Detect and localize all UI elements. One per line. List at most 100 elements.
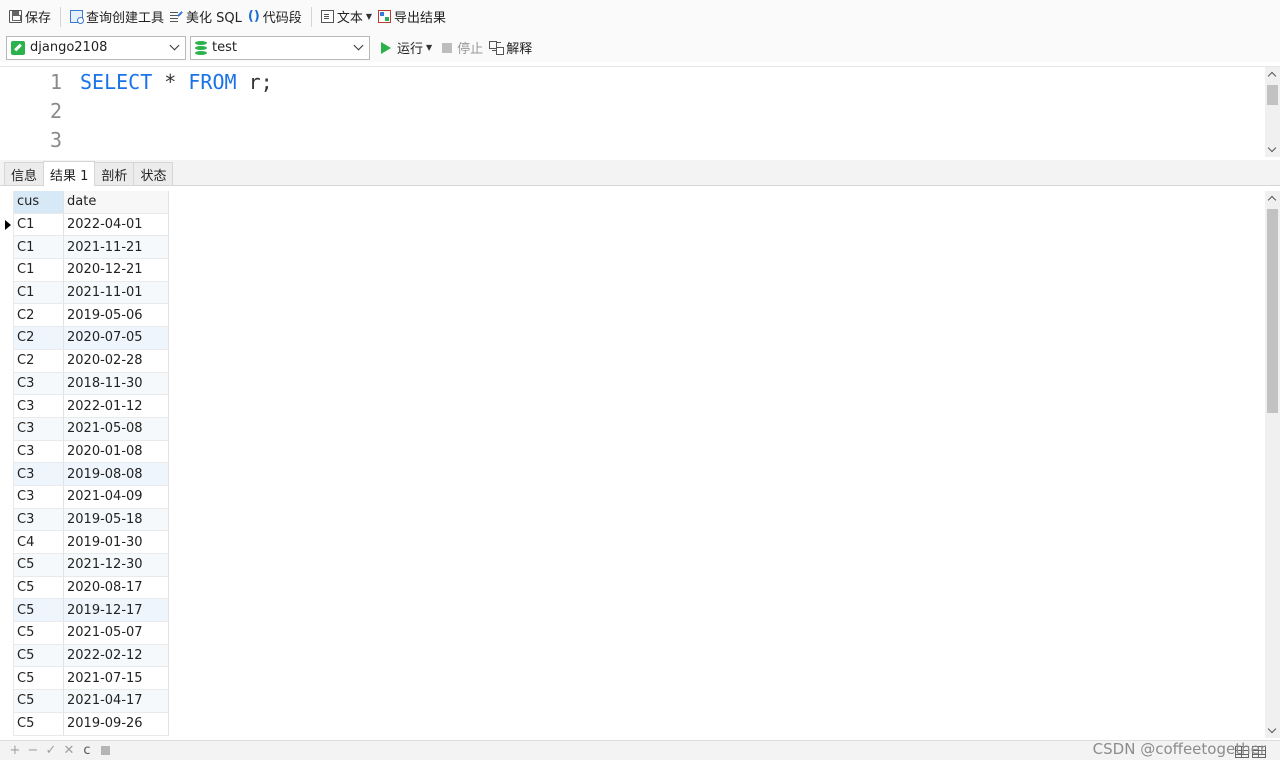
table-row[interactable]: C3 2020-01-08 xyxy=(0,440,170,464)
cell-cus[interactable]: C1 xyxy=(14,236,64,260)
table-row[interactable]: C3 2021-05-08 xyxy=(0,417,170,441)
cell-cus[interactable]: C3 xyxy=(14,508,64,532)
table-row[interactable]: C5 2019-12-17 xyxy=(0,599,170,623)
cell-date[interactable]: 2022-04-01 xyxy=(64,213,169,237)
cell-date[interactable]: 2021-05-07 xyxy=(64,622,169,645)
scroll-thumb[interactable] xyxy=(1267,209,1278,413)
run-button[interactable]: 运行 ▼ xyxy=(378,37,435,59)
cell-date[interactable]: 2020-07-05 xyxy=(64,327,169,350)
table-row[interactable]: C5 2021-07-15 xyxy=(0,667,170,691)
add-row-button[interactable]: + xyxy=(6,743,24,759)
cell-date[interactable]: 2019-05-06 xyxy=(64,304,169,328)
tab-result-1[interactable]: 结果 1 xyxy=(43,161,96,186)
scroll-down-icon[interactable] xyxy=(1265,142,1280,157)
cell-date[interactable]: 2018-11-30 xyxy=(64,372,169,396)
grid-scrollbar[interactable] xyxy=(1265,191,1280,738)
table-row[interactable]: C1 2020-12-21 xyxy=(0,259,170,282)
cell-date[interactable]: 2022-02-12 xyxy=(64,644,169,668)
cell-date[interactable]: 2019-01-30 xyxy=(64,531,169,554)
scroll-up-icon[interactable] xyxy=(1265,67,1280,82)
cell-cus[interactable]: C3 xyxy=(14,417,64,441)
table-row[interactable]: C5 2020-08-17 xyxy=(0,576,170,600)
tab-status[interactable]: 状态 xyxy=(133,162,174,185)
cell-cus[interactable]: C1 xyxy=(14,281,64,305)
table-row[interactable]: C5 2021-04-17 xyxy=(0,690,170,713)
beautify-sql-button[interactable]: 美化 SQL xyxy=(167,6,245,28)
sql-editor[interactable]: 1 2 3 SELECT * FROM r; xyxy=(0,66,1280,157)
cell-cus[interactable]: C5 xyxy=(14,667,64,691)
table-row[interactable]: C1 2021-11-21 xyxy=(0,236,170,260)
table-row[interactable]: C3 2019-05-18 xyxy=(0,508,170,532)
cell-cus[interactable]: C2 xyxy=(14,327,64,350)
cell-cus[interactable]: C2 xyxy=(14,349,64,373)
scroll-up-icon[interactable] xyxy=(1265,191,1280,206)
explain-button[interactable]: 解释 xyxy=(486,37,535,59)
table-row[interactable]: C3 2021-04-09 xyxy=(0,485,170,509)
apply-changes-button[interactable]: ✓ xyxy=(42,743,60,759)
cell-cus[interactable]: C5 xyxy=(14,690,64,713)
tab-info[interactable]: 信息 xyxy=(4,162,45,185)
cell-date[interactable]: 2019-05-18 xyxy=(64,508,169,532)
cell-date[interactable]: 2020-08-17 xyxy=(64,576,169,600)
cell-cus[interactable]: C4 xyxy=(14,531,64,554)
cell-date[interactable]: 2021-04-09 xyxy=(64,485,169,509)
cell-cus[interactable]: C5 xyxy=(14,644,64,668)
table-row[interactable]: C5 2022-02-12 xyxy=(0,644,170,668)
code-snippet-button[interactable]: () 代码段 xyxy=(245,6,305,28)
tab-profile[interactable]: 剖析 xyxy=(94,162,135,185)
cell-cus[interactable]: C5 xyxy=(14,712,64,736)
cell-date[interactable]: 2020-01-08 xyxy=(64,440,169,464)
cell-cus[interactable]: C1 xyxy=(14,259,64,282)
cell-date[interactable]: 2021-11-21 xyxy=(64,236,169,260)
cell-date[interactable]: 2020-12-21 xyxy=(64,259,169,282)
table-row[interactable]: C2 2020-02-28 xyxy=(0,349,170,373)
sql-code-line[interactable]: SELECT * FROM r; xyxy=(80,70,273,94)
scroll-down-icon[interactable] xyxy=(1265,723,1280,738)
cell-date[interactable]: 2019-09-26 xyxy=(64,712,169,736)
table-row[interactable]: C3 2019-08-08 xyxy=(0,463,170,486)
cell-cus[interactable]: C1 xyxy=(14,213,64,237)
run-dropdown-icon[interactable]: ▼ xyxy=(426,43,432,52)
cell-date[interactable]: 2021-05-08 xyxy=(64,417,169,441)
table-row[interactable]: C5 2019-09-26 xyxy=(0,712,170,736)
connection-select[interactable]: django2108 xyxy=(6,35,186,60)
export-results-button[interactable]: 导出结果 xyxy=(375,6,449,28)
table-row[interactable]: C5 2021-05-07 xyxy=(0,622,170,645)
table-row[interactable]: C2 2020-07-05 xyxy=(0,327,170,350)
cell-date[interactable]: 2019-12-17 xyxy=(64,599,169,623)
cell-cus[interactable]: C5 xyxy=(14,576,64,600)
query-builder-button[interactable]: 查询创建工具 xyxy=(67,6,167,28)
table-row[interactable]: C3 2018-11-30 xyxy=(0,372,170,396)
cell-cus[interactable]: C5 xyxy=(14,599,64,623)
cell-date[interactable]: 2020-02-28 xyxy=(64,349,169,373)
cell-cus[interactable]: C3 xyxy=(14,440,64,464)
cell-date[interactable]: 2021-07-15 xyxy=(64,667,169,691)
cell-cus[interactable]: C3 xyxy=(14,372,64,396)
cell-date[interactable]: 2021-04-17 xyxy=(64,690,169,713)
cell-cus[interactable]: C3 xyxy=(14,463,64,486)
stop-button[interactable]: 停止 xyxy=(439,37,486,59)
table-row[interactable]: C4 2019-01-30 xyxy=(0,531,170,554)
cell-cus[interactable]: C3 xyxy=(14,395,64,418)
table-row[interactable]: C1 2022-04-01 xyxy=(0,213,170,237)
column-header-date[interactable]: date xyxy=(64,191,169,214)
cell-date[interactable]: 2021-12-30 xyxy=(64,554,169,577)
cell-cus[interactable]: C2 xyxy=(14,304,64,328)
cell-cus[interactable]: C3 xyxy=(14,485,64,509)
text-mode-button[interactable]: 文本 ▼ xyxy=(318,6,375,28)
discard-changes-button[interactable]: ✕ xyxy=(60,743,78,759)
table-row[interactable]: C2 2019-05-06 xyxy=(0,304,170,328)
database-select[interactable]: test xyxy=(190,35,370,60)
cell-date[interactable]: 2022-01-12 xyxy=(64,395,169,418)
table-row[interactable]: C1 2021-11-01 xyxy=(0,281,170,305)
cell-date[interactable]: 2019-08-08 xyxy=(64,463,169,486)
cell-cus[interactable]: C5 xyxy=(14,554,64,577)
refresh-button[interactable]: c xyxy=(78,743,96,759)
text-dropdown-icon[interactable]: ▼ xyxy=(366,12,372,21)
scroll-thumb[interactable] xyxy=(1267,85,1278,105)
cell-date[interactable]: 2021-11-01 xyxy=(64,281,169,305)
editor-scrollbar[interactable] xyxy=(1265,67,1280,157)
table-row[interactable]: C3 2022-01-12 xyxy=(0,395,170,418)
delete-row-button[interactable]: − xyxy=(24,743,42,759)
column-header-cus[interactable]: cus xyxy=(14,191,64,214)
